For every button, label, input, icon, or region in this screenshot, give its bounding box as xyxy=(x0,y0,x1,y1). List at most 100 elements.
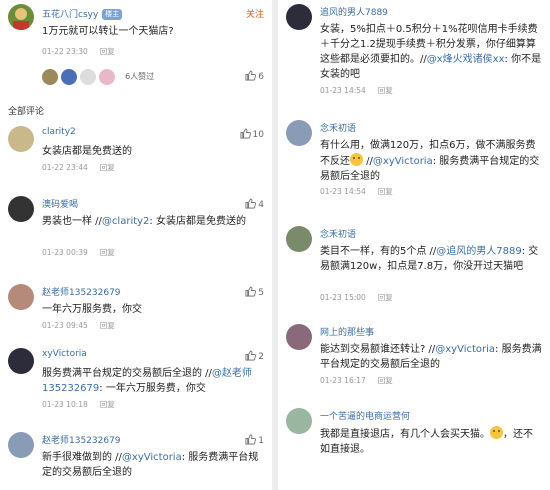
post-username-text: 五花八门csyy xyxy=(42,10,99,20)
comment-meta: 01-23 10:18 回复 xyxy=(42,399,115,410)
comment-text-segment: : 女装店都是免费送的 xyxy=(149,216,246,227)
reply-button[interactable]: 回复 xyxy=(100,248,115,257)
thumbs-up-icon xyxy=(245,70,257,81)
comment-text-segment: 能达到交易额谁还转让? // xyxy=(320,344,436,355)
mention-link[interactable]: @xyVictoria xyxy=(373,156,433,167)
avatar[interactable] xyxy=(286,408,312,434)
comment-text-segment: 新手很难做到的 // xyxy=(42,452,122,463)
comment-text-segment: 服务费满平台规定的交易额后全退的 // xyxy=(42,368,212,379)
like-count: 5 xyxy=(258,288,264,298)
avatar[interactable] xyxy=(286,226,312,252)
avatar[interactable] xyxy=(286,4,312,30)
avatar[interactable] xyxy=(8,348,34,374)
mention-link[interactable]: @x烽火戏诸侯xx xyxy=(427,54,505,65)
like-count: 1 xyxy=(258,436,264,446)
avatar-image xyxy=(8,4,34,30)
comment-text-segment: : 一年六万服务费，你交 xyxy=(99,383,206,394)
comment-text-segment: 我都是直接退店，有几个人会买天猫。 xyxy=(320,429,490,440)
like-button[interactable]: 1 xyxy=(245,434,264,446)
reply-button[interactable]: 回复 xyxy=(100,47,115,56)
liker-avatar xyxy=(99,68,115,85)
comment-username[interactable]: 澳码爱喝 xyxy=(42,197,78,210)
post-username[interactable]: 五花八门csyy 楼主 xyxy=(42,7,123,20)
right-panel: 追风的男人7889 女装，5%扣点＋0.5积分＋1%花呗信用卡手续费＋千分之1.2… xyxy=(278,0,550,490)
comment-username[interactable]: 念禾初语 xyxy=(320,121,356,134)
avatar[interactable] xyxy=(8,4,34,30)
reply-button[interactable]: 回复 xyxy=(378,376,393,385)
thumbs-up-icon xyxy=(245,198,257,209)
comment-username[interactable]: 赵老师135232679 xyxy=(42,285,121,298)
comment-date: 01-23 09:45 xyxy=(42,321,88,330)
comment-text: 类目不一样，有的5个点 //@追风的男人7889: 交易额满120w，扣点是7.… xyxy=(320,244,542,274)
comment-item: 追风的男人7889 女装，5%扣点＋0.5积分＋1%花呗信用卡手续费＋千分之1.2… xyxy=(278,2,550,95)
thumbs-up-icon xyxy=(245,350,257,361)
avatar[interactable] xyxy=(286,120,312,146)
comment-item: clarity2 10 女装店都是免费送的 01-22 23:44 回复 xyxy=(0,124,272,204)
op-badge: 楼主 xyxy=(102,9,123,20)
avatar[interactable] xyxy=(286,324,312,350)
mention-link[interactable]: @xyVictoria xyxy=(435,344,495,355)
reply-button[interactable]: 回复 xyxy=(378,187,393,196)
avatar[interactable] xyxy=(8,126,34,152)
comment-username[interactable]: 追风的男人7889 xyxy=(320,5,388,18)
like-button[interactable]: 5 xyxy=(245,286,264,298)
avatar[interactable] xyxy=(8,196,34,222)
comment-text-segment: 类目不一样，有的5个点 // xyxy=(320,246,437,257)
comment-item: 网上的那些事 能达到交易额谁还转让? //@xyVictoria: 服务费满平台规… xyxy=(278,322,550,402)
comment-meta: 01-23 14:54 回复 xyxy=(320,85,393,96)
comment-meta: 01-23 14:54 回复 xyxy=(320,186,393,197)
comment-item: 赵老师135232679 1 新手很难做到的 //@xyVictoria: 服务费满… xyxy=(0,430,272,490)
liker-avatar xyxy=(80,68,96,85)
comment-date: 01-23 16:17 xyxy=(320,376,366,385)
like-button[interactable]: 2 xyxy=(245,350,264,362)
like-count: 6 xyxy=(258,72,264,82)
reply-button[interactable]: 回复 xyxy=(378,293,393,302)
avatar[interactable] xyxy=(8,432,34,458)
comment-date: 01-22 23:44 xyxy=(42,163,88,172)
comment-text-segment: 男装也一样 // xyxy=(42,216,102,227)
like-count: 10 xyxy=(252,130,264,140)
comment-meta: 01-23 15:00 回复 xyxy=(320,292,393,303)
mention-link[interactable]: @clarity2 xyxy=(102,216,150,227)
like-count: 4 xyxy=(258,200,264,210)
post-like-button[interactable]: 6 xyxy=(245,70,264,82)
reply-button[interactable]: 回复 xyxy=(378,86,393,95)
post-meta: 01-22 23:30 回复 xyxy=(42,46,115,57)
thumbs-up-icon xyxy=(240,128,251,139)
likers-row[interactable]: 6人赞过 xyxy=(42,66,155,85)
emoji-icon xyxy=(490,426,503,439)
follow-button[interactable]: 关注 xyxy=(246,7,264,20)
comment-text: 女装店都是免费送的 xyxy=(42,144,264,159)
thumbs-up-icon xyxy=(245,286,257,297)
avatar[interactable] xyxy=(8,284,34,310)
post-date: 01-22 23:30 xyxy=(42,47,88,56)
comment-meta: 01-23 00:39 回复 xyxy=(42,247,115,258)
comment-username[interactable]: clarity2 xyxy=(42,127,76,137)
comment-text: 新手很难做到的 //@xyVictoria: 服务费满平台规定的交易额后全退的 xyxy=(42,450,264,480)
reply-button[interactable]: 回复 xyxy=(100,400,115,409)
comment-username[interactable]: 念禾初语 xyxy=(320,227,356,240)
post-text: 1万元就可以转让一个天猫店? xyxy=(42,26,174,37)
emoji-icon xyxy=(350,153,363,166)
liker-avatar xyxy=(61,68,77,85)
comment-username[interactable]: 赵老师135232679 xyxy=(42,433,121,446)
like-count: 2 xyxy=(258,352,264,362)
mention-link[interactable]: @xyVictoria xyxy=(122,452,182,463)
reply-button[interactable]: 回复 xyxy=(100,321,115,330)
comment-text: 女装，5%扣点＋0.5积分＋1%花呗信用卡手续费＋千分之1.2提现手续费＋积分发… xyxy=(320,22,542,82)
comment-username[interactable]: 一个苦逼的电商运营何 xyxy=(320,409,410,422)
comment-username[interactable]: 网上的那些事 xyxy=(320,325,374,338)
reply-button[interactable]: 回复 xyxy=(100,163,115,172)
comment-text-segment: // xyxy=(363,156,373,167)
thumbs-up-icon xyxy=(245,434,257,445)
like-button[interactable]: 4 xyxy=(245,198,264,210)
comment-text: 我都是直接退店，有几个人会买天猫。 ，还不如直接退。 xyxy=(320,426,542,457)
comment-item: 澳码爱喝 4 男装也一样 //@clarity2: 女装店都是免费送的 01-23 0… xyxy=(0,194,272,274)
mention-link[interactable]: @追风的男人7889 xyxy=(436,246,521,257)
comment-date: 01-23 15:00 xyxy=(320,293,366,302)
like-button[interactable]: 10 xyxy=(240,128,264,140)
comment-username[interactable]: xyVictoria xyxy=(42,349,87,359)
comment-item: xyVictoria 2 服务费满平台规定的交易额后全退的 //@赵老师135232… xyxy=(0,346,272,426)
likers-count: 6人赞过 xyxy=(125,72,155,81)
screenshot-root: 五花八门csyy 楼主 关注 1万元就可以转让一个天猫店? 01-22 23:30… xyxy=(0,0,550,490)
